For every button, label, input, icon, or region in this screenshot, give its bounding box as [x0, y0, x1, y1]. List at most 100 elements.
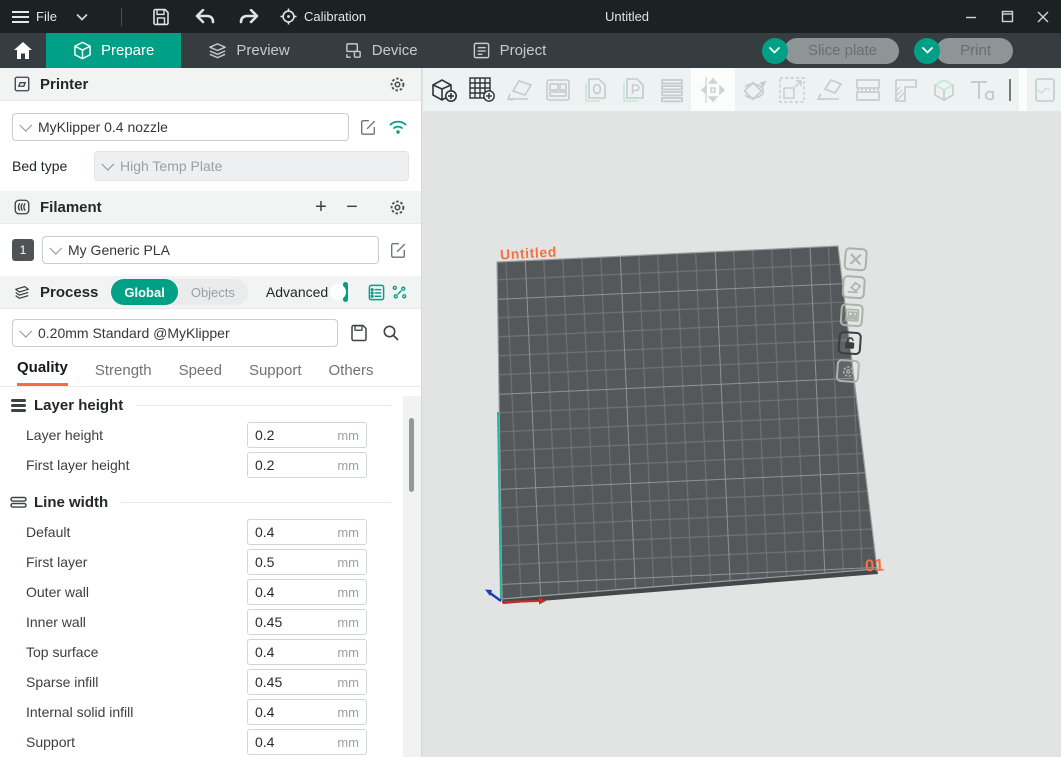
text-shape-button[interactable] [965, 73, 998, 107]
printer-preset-value: MyKlipper 0.4 nozzle [38, 119, 168, 135]
move-button[interactable] [696, 73, 729, 107]
maximize-button[interactable] [989, 0, 1025, 33]
line-width-outer-wall-input[interactable]: 0.4mm [247, 579, 367, 605]
filament-preset-select[interactable]: My Generic PLA [42, 236, 379, 264]
tab-strength[interactable]: Strength [95, 362, 152, 386]
slice-dropdown-button[interactable] [762, 38, 788, 64]
process-section-header: Process Global Objects Advanced [0, 276, 421, 309]
rotate-button[interactable] [737, 73, 770, 107]
filament-settings-gear-icon[interactable] [386, 196, 408, 218]
printer-preset-select[interactable]: MyKlipper 0.4 nozzle [12, 113, 349, 141]
variable-layer-height-button[interactable] [889, 73, 922, 107]
scope-objects-button[interactable]: Objects [178, 279, 248, 305]
compare-presets-icon[interactable] [391, 281, 408, 303]
wifi-connection-icon[interactable] [387, 116, 409, 138]
add-filament-button[interactable]: + [310, 197, 332, 217]
slice-plate-button[interactable]: Slice plate [784, 38, 899, 64]
auto-orient-plate-button[interactable] [841, 275, 866, 300]
advanced-toggle[interactable] [343, 282, 348, 302]
print-button[interactable]: Print [936, 38, 1013, 64]
home-button[interactable] [0, 33, 46, 68]
edit-printer-icon[interactable] [357, 116, 379, 138]
first-layer-height-input[interactable]: 0.2mm [247, 452, 367, 478]
add-object-button[interactable] [427, 73, 460, 107]
printer-settings-gear-icon[interactable] [386, 73, 408, 95]
tab-device[interactable]: Device [317, 33, 445, 68]
process-preset-select[interactable]: 0.20mm Standard @MyKlipper [12, 319, 338, 347]
lock-plate-button[interactable] [838, 331, 863, 356]
setting-row: First layer height 0.2mm [0, 450, 421, 480]
settings-scrollbar-thumb[interactable] [409, 418, 414, 492]
chevron-down-icon [101, 158, 114, 171]
line-width-first-layer-input[interactable]: 0.5mm [247, 549, 367, 575]
edit-filament-icon[interactable] [387, 239, 409, 261]
project-list-icon [472, 41, 491, 60]
preview-layers-icon [208, 41, 227, 60]
printer-icon [13, 75, 31, 93]
chevron-down-icon [49, 242, 62, 255]
tab-others[interactable]: Others [329, 362, 374, 386]
parameter-list-icon[interactable] [367, 281, 386, 303]
minimize-button[interactable] [953, 0, 989, 33]
tab-quality[interactable]: Quality [17, 359, 68, 386]
split-to-parts-button[interactable] [851, 73, 884, 107]
layer-height-input[interactable]: 0.2mm [247, 422, 367, 448]
move-icon [698, 75, 728, 105]
titlebar-divider [121, 8, 122, 26]
tab-preview[interactable]: Preview [181, 33, 316, 68]
line-width-internal-solid-infill-input[interactable]: 0.4mm [247, 699, 367, 725]
tab-support[interactable]: Support [249, 362, 302, 386]
save-icon[interactable] [150, 6, 172, 28]
layer-height-group-header: Layer height [0, 387, 421, 420]
arrange-button[interactable] [541, 73, 574, 107]
print-dropdown-button[interactable] [914, 38, 940, 64]
paste-object-button[interactable] [617, 73, 650, 107]
bed-type-select[interactable]: High Temp Plate [94, 151, 409, 181]
line-width-default-input[interactable]: 0.4mm [247, 519, 367, 545]
assembly-view-button[interactable] [927, 73, 960, 107]
line-width-sparse-infill-input[interactable]: 0.45mm [247, 669, 367, 695]
setting-row: Inner wall 0.45mm [0, 607, 421, 637]
redo-icon[interactable] [238, 6, 260, 28]
auto-orient-button[interactable] [503, 73, 536, 107]
plate-settings-button[interactable] [836, 359, 861, 384]
filament-section-header: Filament + − [0, 191, 421, 224]
tab-project[interactable]: Project [445, 33, 574, 68]
setting-row: Top surface 0.4mm [0, 637, 421, 667]
viewport-canvas[interactable]: Untitled 01 [423, 112, 1061, 757]
printer-section-header: Printer [0, 68, 421, 101]
filament-preset-value: My Generic PLA [68, 242, 170, 258]
close-button[interactable] [1025, 0, 1061, 33]
tab-speed[interactable]: Speed [179, 362, 222, 386]
line-width-top-surface-input[interactable]: 0.4mm [247, 639, 367, 665]
undo-icon[interactable] [194, 6, 216, 28]
remove-filament-button[interactable]: − [341, 197, 363, 217]
measure-button[interactable] [1029, 73, 1061, 107]
add-plate-button[interactable] [465, 73, 498, 107]
file-menu[interactable]: File [12, 9, 57, 24]
menu-chevron-down-icon[interactable] [71, 6, 93, 28]
calibration-button[interactable]: Calibration [280, 8, 366, 25]
setting-row: Layer height 0.2mm [0, 420, 421, 450]
place-on-face-button[interactable] [813, 73, 846, 107]
add-plate-icon [467, 75, 497, 105]
line-width-inner-wall-input[interactable]: 0.45mm [247, 609, 367, 635]
arrange-plate-button[interactable] [839, 303, 864, 328]
scale-button[interactable] [775, 73, 808, 107]
tab-device-label: Device [372, 42, 418, 59]
device-monitor-icon [344, 41, 363, 60]
build-plate[interactable] [497, 246, 877, 599]
scope-global-button[interactable]: Global [111, 279, 177, 305]
arrange-icon [543, 75, 573, 105]
save-preset-icon[interactable] [348, 322, 370, 344]
setting-row: Default 0.4mm [0, 517, 421, 547]
line-width-support-input[interactable]: 0.4mm [247, 729, 367, 755]
filament-slot-badge: 1 [12, 239, 34, 261]
search-settings-icon[interactable] [380, 322, 402, 344]
toolbar-gap [1019, 68, 1027, 112]
layers-view-button[interactable] [655, 73, 688, 107]
setting-row: Internal solid infill 0.4mm [0, 697, 421, 727]
delete-plate-button[interactable] [843, 247, 868, 272]
copy-object-button[interactable] [579, 73, 612, 107]
tab-prepare[interactable]: Prepare [46, 33, 181, 68]
